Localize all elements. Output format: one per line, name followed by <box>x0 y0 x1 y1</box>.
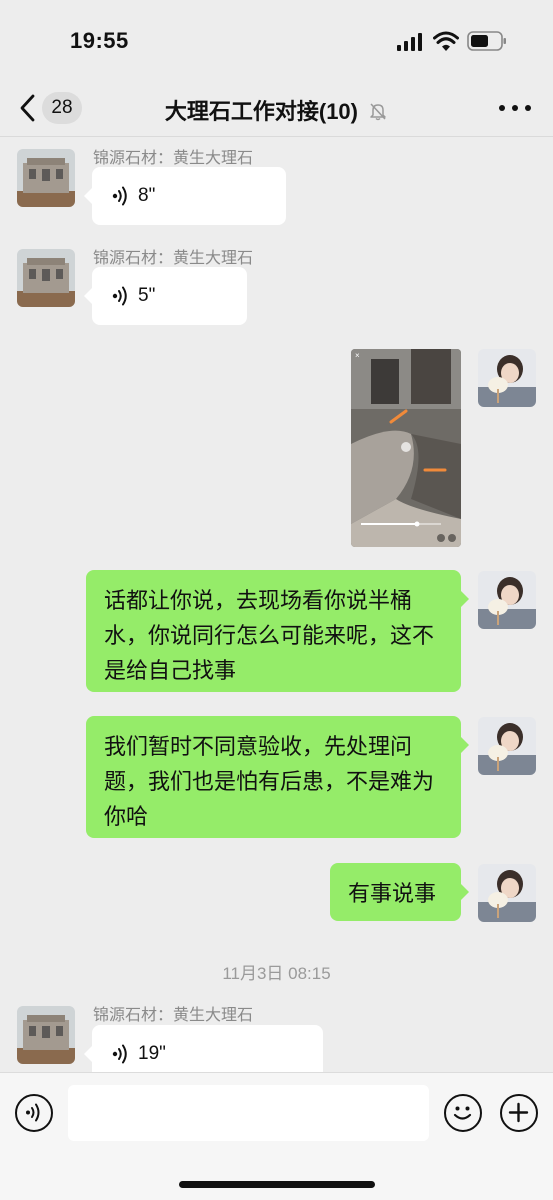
avatar[interactable] <box>478 349 536 407</box>
voice-message[interactable]: 19" <box>84 1025 323 1072</box>
more-button[interactable] <box>499 94 531 122</box>
add-button[interactable] <box>500 1094 538 1132</box>
voice-input-icon <box>26 1103 40 1122</box>
video-message-thumbnail[interactable]: × <box>351 349 461 547</box>
message-timestamp: 11月3日 08:15 <box>222 964 331 983</box>
avatar[interactable] <box>17 249 75 307</box>
status-time: 19:55 <box>70 28 129 53</box>
avatar[interactable] <box>17 149 75 207</box>
voice-duration: 19" <box>138 1043 166 1064</box>
sender-name: 锦源石材：黄生大理石 <box>93 1007 254 1024</box>
add-icon <box>508 1102 529 1123</box>
sender-name: 锦源石材：黄生大理石 <box>93 250 254 267</box>
signal-icon <box>397 33 422 51</box>
emoji-icon <box>453 1106 472 1120</box>
chat-title: 大理石工作对接(10) <box>0 94 553 126</box>
more-icon <box>499 105 505 111</box>
home-indicator[interactable] <box>179 1181 375 1188</box>
voice-wave-icon <box>112 1044 127 1064</box>
svg-text:×: × <box>355 351 360 360</box>
chat-header: 28 大理石工作对接(10) <box>0 80 553 136</box>
voice-wave-icon <box>112 286 127 306</box>
message-list[interactable]: 锦源石材：黄生大理石 8" 锦源石材：黄生大理石 5" × 话都让你说，去现场看… <box>0 137 553 1072</box>
voice-wave-icon <box>112 186 127 206</box>
sender-name: 锦源石材：黄生大理石 <box>93 150 254 167</box>
avatar[interactable] <box>478 571 536 629</box>
mute-bell-icon <box>370 103 386 121</box>
voice-message[interactable]: 5" <box>84 267 247 325</box>
text-message[interactable]: 我们暂时不同意验收，先处理问题，我们也是怕有后患，不是难为你哈 <box>86 716 469 838</box>
wifi-icon <box>433 31 459 51</box>
avatar[interactable] <box>478 717 536 775</box>
emoji-button[interactable] <box>444 1094 482 1132</box>
text-message[interactable]: 有事说事 <box>330 863 469 921</box>
voice-duration: 5" <box>138 285 156 306</box>
voice-input-button[interactable] <box>15 1094 53 1132</box>
message-input[interactable] <box>68 1085 429 1141</box>
avatar[interactable] <box>478 864 536 922</box>
chat-title-text: 大理石工作对接(10) <box>164 99 358 124</box>
battery-icon <box>467 31 506 51</box>
text-message[interactable]: 话都让你说，去现场看你说半桶水，你说同行怎么可能来呢，这不是给自己找事 <box>86 570 469 692</box>
avatar[interactable] <box>17 1006 75 1064</box>
voice-duration: 8" <box>138 185 156 206</box>
voice-message[interactable]: 8" <box>84 167 286 225</box>
status-bar: 19:55 <box>0 0 553 80</box>
